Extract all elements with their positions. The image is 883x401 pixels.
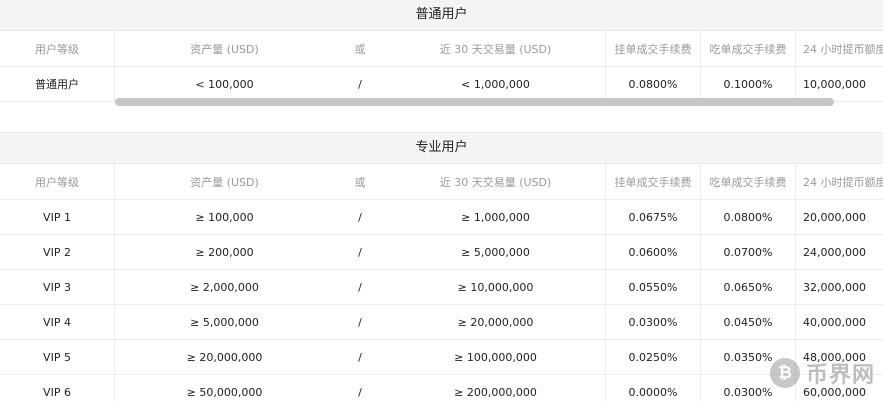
cell-user-level: VIP 3: [0, 270, 115, 304]
table-row: VIP 5 ≥ 20,000,000 / ≥ 100,000,000 0.025…: [0, 340, 883, 375]
cell-or: /: [358, 245, 362, 259]
header-taker-fee: 吃单成交手续费: [701, 164, 796, 199]
cell-withdraw-limit: 24,000,000: [803, 245, 866, 259]
cell-taker-fee: 0.0450%: [701, 305, 796, 339]
cell-user-level: VIP 5: [0, 340, 115, 374]
cell-maker-fee: 0.0600%: [606, 235, 701, 269]
cell-assets: ≥ 20,000,000: [186, 350, 263, 364]
section-title: 专业用户: [0, 132, 883, 164]
section-title: 普通用户: [0, 0, 883, 31]
table-header-row: 用户等级 资产量 (USD) 或 近 30 天交易量 (USD) 挂单成交手续费…: [0, 31, 883, 67]
table-row: VIP 2 ≥ 200,000 / ≥ 5,000,000 0.0600% 0.…: [0, 235, 883, 270]
header-maker-fee: 挂单成交手续费: [606, 164, 701, 199]
cell-user-level: VIP 1: [0, 200, 115, 234]
cell-or: /: [358, 210, 362, 224]
header-30d-volume: 近 30 天交易量 (USD): [386, 164, 606, 199]
horizontal-scrollbar[interactable]: [115, 98, 834, 106]
regular-user-section: 普通用户 用户等级 资产量 (USD) 或 近 30 天交易量 (USD) 挂单…: [0, 0, 883, 108]
header-or: 或: [354, 175, 366, 189]
table-header-row: 用户等级 资产量 (USD) 或 近 30 天交易量 (USD) 挂单成交手续费…: [0, 164, 883, 200]
cell-or: /: [358, 280, 362, 294]
header-user-level: 用户等级: [0, 31, 115, 66]
cell-withdraw-limit: 40,000,000: [803, 315, 866, 329]
cell-maker-fee: 0.0250%: [606, 340, 701, 374]
cell-assets: < 100,000: [195, 77, 254, 91]
cell-30d-volume: ≥ 200,000,000: [386, 375, 606, 401]
header-or: 或: [354, 42, 366, 56]
cell-30d-volume: ≥ 5,000,000: [386, 235, 606, 269]
cell-user-level: VIP 2: [0, 235, 115, 269]
cell-or: /: [358, 77, 362, 91]
header-30d-volume: 近 30 天交易量 (USD): [386, 31, 606, 66]
header-maker-fee: 挂单成交手续费: [606, 31, 701, 66]
cell-maker-fee: 0.0000%: [606, 375, 701, 401]
cell-taker-fee: 0.1000%: [701, 67, 796, 101]
pro-user-section: 专业用户 用户等级 资产量 (USD) 或 近 30 天交易量 (USD) 挂单…: [0, 132, 883, 401]
cell-taker-fee: 0.0650%: [701, 270, 796, 304]
watermark: ₿ 币界网: [770, 356, 875, 390]
table-row: VIP 4 ≥ 5,000,000 / ≥ 20,000,000 0.0300%…: [0, 305, 883, 340]
header-assets: 资产量 (USD): [190, 175, 259, 189]
header-assets: 资产量 (USD): [190, 42, 259, 56]
cell-withdraw-limit: 32,000,000: [803, 280, 866, 294]
table-row: 普通用户 < 100,000 / < 1,000,000 0.0800% 0.1…: [0, 67, 883, 102]
header-taker-fee: 吃单成交手续费: [701, 31, 796, 66]
header-withdraw-limit: 24 小时提币额度: [803, 175, 883, 189]
cell-user-level: VIP 4: [0, 305, 115, 339]
bitcoin-logo-icon: ₿: [770, 358, 800, 388]
watermark-text: 币界网: [806, 363, 876, 388]
cell-or: /: [358, 315, 362, 329]
cell-assets: ≥ 200,000: [195, 245, 254, 259]
cell-30d-volume: ≥ 1,000,000: [386, 200, 606, 234]
cell-assets: ≥ 5,000,000: [190, 315, 259, 329]
cell-withdraw-limit: 20,000,000: [803, 210, 866, 224]
cell-taker-fee: 0.0700%: [701, 235, 796, 269]
table-row: VIP 1 ≥ 100,000 / ≥ 1,000,000 0.0675% 0.…: [0, 200, 883, 235]
cell-maker-fee: 0.0800%: [606, 67, 701, 101]
cell-or: /: [358, 385, 362, 399]
cell-or: /: [358, 350, 362, 364]
cell-maker-fee: 0.0550%: [606, 270, 701, 304]
cell-30d-volume: ≥ 100,000,000: [386, 340, 606, 374]
cell-30d-volume: ≥ 10,000,000: [386, 270, 606, 304]
cell-assets: ≥ 2,000,000: [190, 280, 259, 294]
cell-user-level: 普通用户: [0, 67, 115, 101]
cell-taker-fee: 0.0800%: [701, 200, 796, 234]
table-row: VIP 6 ≥ 50,000,000 / ≥ 200,000,000 0.000…: [0, 375, 883, 401]
cell-30d-volume: < 1,000,000: [386, 67, 606, 101]
cell-maker-fee: 0.0300%: [606, 305, 701, 339]
cell-withdraw-limit: 10,000,000: [803, 77, 866, 91]
cell-assets: ≥ 50,000,000: [186, 385, 263, 399]
cell-30d-volume: ≥ 20,000,000: [386, 305, 606, 339]
cell-assets: ≥ 100,000: [195, 210, 254, 224]
cell-maker-fee: 0.0675%: [606, 200, 701, 234]
cell-user-level: VIP 6: [0, 375, 115, 401]
header-user-level: 用户等级: [0, 164, 115, 199]
table-row: VIP 3 ≥ 2,000,000 / ≥ 10,000,000 0.0550%…: [0, 270, 883, 305]
header-withdraw-limit: 24 小时提币额度: [803, 42, 883, 56]
